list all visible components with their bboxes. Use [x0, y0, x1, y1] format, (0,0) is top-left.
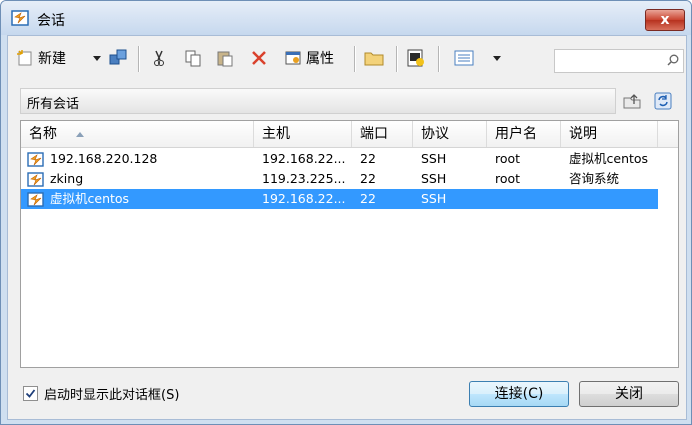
new-session-label: 新建 [38, 51, 66, 67]
cut-button[interactable] [150, 46, 168, 70]
view-dropdown-button[interactable] [492, 46, 502, 70]
column-header-description[interactable]: 说明 [561, 121, 658, 147]
search-box[interactable] [554, 49, 684, 73]
session-icon [27, 192, 44, 207]
row-description [569, 189, 654, 209]
row-protocol: SSH [421, 171, 447, 186]
table-row-selected[interactable]: 虚拟机centos 192.168.22... 22 SSH [21, 189, 658, 209]
dialog-body: 新建 属性 所有会话 名称 主机 端口 协议 用户名 说明 192.168.22… [7, 35, 687, 420]
connect-button[interactable] [108, 46, 128, 70]
show-on-startup-checkbox[interactable]: 启动时显示此对话框(S) [23, 384, 179, 403]
column-header-host[interactable]: 主机 [254, 121, 352, 147]
list-header: 名称 主机 端口 协议 用户名 说明 [21, 121, 678, 148]
script-icon [407, 49, 424, 67]
search-icon [667, 54, 679, 66]
copy-button[interactable] [184, 46, 202, 70]
column-header-user[interactable]: 用户名 [487, 121, 561, 147]
column-header-protocol[interactable]: 协议 [413, 121, 487, 147]
row-name: 虚拟机centos [50, 191, 130, 206]
new-dropdown-button[interactable] [92, 46, 102, 70]
row-port: 22 [360, 151, 376, 166]
toolbar: 新建 属性 [8, 36, 686, 80]
row-name: 192.168.220.128 [50, 151, 158, 166]
computers-icon [109, 49, 127, 65]
toolbar-separator [354, 46, 356, 72]
dropdown-arrow-icon [93, 56, 101, 61]
row-host: 192.168.22... [262, 191, 346, 206]
row-user: root [495, 151, 521, 166]
path-bar: 所有会话 [20, 88, 616, 114]
scissors-icon [154, 50, 164, 66]
new-session-button[interactable]: 新建 [16, 46, 66, 70]
column-header-name[interactable]: 名称 [21, 121, 254, 147]
session-tools-button[interactable] [406, 46, 426, 70]
show-on-startup-label: 启动时显示此对话框(S) [44, 388, 180, 403]
row-protocol: SSH [421, 151, 447, 166]
window-close-button[interactable]: x [645, 9, 685, 31]
column-header-protocol-label: 协议 [421, 126, 449, 142]
window-title: 会话 [37, 13, 65, 29]
table-row[interactable]: 192.168.220.128 192.168.22... 22 SSH roo… [21, 149, 678, 169]
row-description: 虚拟机centos [569, 151, 649, 166]
properties-button[interactable]: 属性 [284, 46, 334, 70]
column-header-name-label: 名称 [29, 126, 57, 142]
up-folder-icon[interactable] [622, 92, 642, 110]
session-dialog: 会话 x 新建 属性 所有会话 名称 主机 端口 协议 用户名 说明 192.1… [0, 0, 692, 425]
table-row[interactable]: zking 119.23.225... 22 SSH root 咨询系统 [21, 169, 678, 189]
new-folder-button[interactable] [364, 46, 384, 70]
row-host: 192.168.22... [262, 151, 346, 166]
title-bar[interactable]: 会话 x [1, 1, 691, 35]
delete-button[interactable] [250, 46, 268, 70]
view-mode-button[interactable] [454, 46, 474, 70]
column-header-port[interactable]: 端口 [352, 121, 413, 147]
row-port: 22 [360, 171, 376, 186]
copy-icon [185, 50, 201, 67]
session-icon [27, 172, 44, 187]
new-icon [17, 50, 32, 66]
column-header-description-label: 说明 [569, 126, 597, 142]
toolbar-separator [438, 46, 440, 72]
delete-x-icon [252, 51, 266, 65]
paste-icon [217, 51, 233, 67]
toolbar-separator [138, 46, 140, 72]
row-user [495, 189, 555, 209]
search-input[interactable] [557, 51, 661, 71]
list-view-icon [454, 50, 474, 66]
row-description: 咨询系统 [569, 171, 620, 186]
column-header-user-label: 用户名 [495, 126, 537, 142]
column-header-port-label: 端口 [360, 126, 388, 142]
row-port: 22 [360, 191, 376, 206]
checkbox-box[interactable] [23, 386, 38, 401]
session-list[interactable]: 名称 主机 端口 协议 用户名 说明 192.168.220.128 192.1… [20, 120, 679, 368]
session-icon [27, 152, 44, 167]
row-host: 119.23.225... [262, 171, 346, 186]
sort-ascending-icon [76, 132, 85, 137]
path-text: 所有会话 [27, 97, 80, 112]
column-header-host-label: 主机 [262, 126, 290, 142]
properties-icon [285, 51, 301, 65]
dropdown-arrow-icon [493, 56, 501, 61]
session-app-icon [11, 10, 29, 26]
row-protocol: SSH [421, 191, 447, 206]
row-name: zking [50, 171, 84, 186]
checkmark-icon [25, 389, 36, 398]
paste-button[interactable] [216, 46, 234, 70]
properties-label: 属性 [306, 51, 334, 67]
connect-dialog-button[interactable]: 连接(C) [469, 381, 569, 407]
folder-icon [364, 52, 384, 66]
row-user: root [495, 171, 521, 186]
close-dialog-button[interactable]: 关闭 [579, 381, 679, 407]
refresh-icon[interactable] [654, 92, 672, 110]
toolbar-separator [396, 46, 398, 72]
